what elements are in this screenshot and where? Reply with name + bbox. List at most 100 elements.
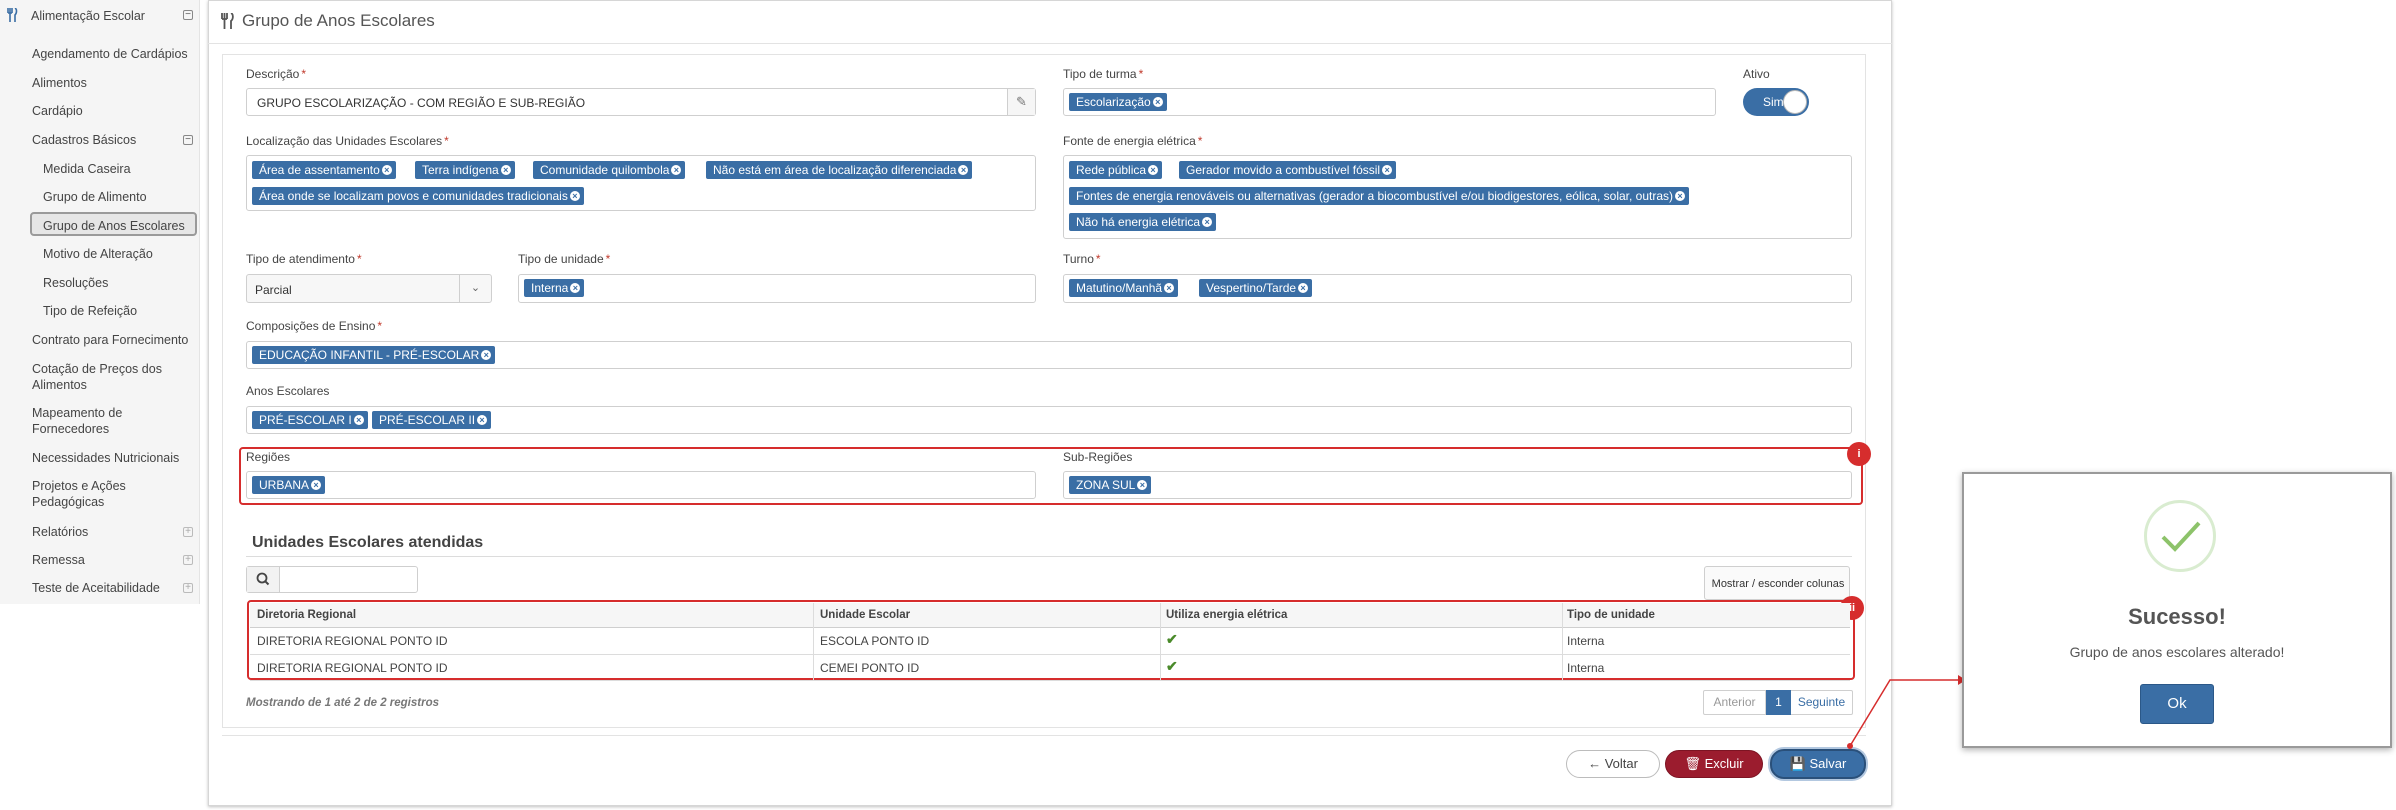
localizacao-label: Localização das Unidades Escolares * (246, 134, 449, 148)
remove-tag-icon[interactable]: × (958, 165, 969, 175)
table-divider (250, 680, 1850, 681)
excluir-button[interactable]: 🗑 Excluir (1665, 750, 1763, 778)
regioes-label: Regiões (246, 450, 291, 464)
ativo-toggle[interactable]: Sim (1743, 88, 1809, 116)
tag-zona-sul: ZONA SUL × (1069, 476, 1152, 494)
col-utiliza-energia[interactable]: Utiliza energia elétrica (1166, 609, 1287, 621)
turno-select[interactable]: Matutino/Manhã × Vespertino/Tarde × (1063, 274, 1852, 303)
tipo-atendimento-select[interactable]: Parcial ⌄ (246, 274, 492, 303)
table-col-divider (813, 603, 814, 680)
chevron-down-icon[interactable]: ⌄ (459, 275, 491, 302)
save-icon: 💾 (1789, 756, 1806, 771)
remove-tag-icon[interactable]: × (671, 165, 682, 175)
remove-tag-icon[interactable]: × (1202, 217, 1213, 227)
columns-toggle-button[interactable]: Mostrar / esconder colunas (1704, 566, 1850, 600)
expand-icon[interactable]: + (183, 555, 193, 565)
composicoes-select[interactable]: EDUCAÇÃO INFANTIL - PRÉ-ESCOLAR × (246, 341, 1852, 369)
dialog-title: Sucesso! (2128, 604, 2226, 629)
descricao-label: Descrição * (246, 67, 307, 81)
anos-escolares-label: Anos Escolares (246, 384, 330, 398)
table-search[interactable] (246, 566, 418, 593)
table-col-divider (1160, 603, 1161, 680)
table-divider (250, 627, 1850, 628)
tag-terra-indigena: Terra indígena × (415, 161, 515, 179)
fork-knife-icon (6, 7, 18, 26)
annotation-badge-i: i (1847, 442, 1871, 466)
collapse-icon[interactable]: − (183, 10, 193, 20)
tag-nao-ha-energia: Não há energia elétrica × (1069, 213, 1217, 231)
tag-rede-publica: Rede pública × (1069, 161, 1163, 179)
remove-tag-icon[interactable]: × (1164, 283, 1175, 293)
anos-escolares-select[interactable]: PRÉ-ESCOLAR I × PRÉ-ESCOLAR II × (246, 406, 1852, 434)
voltar-button[interactable]: ← Voltar (1566, 750, 1660, 778)
remove-tag-icon[interactable]: × (477, 415, 488, 425)
check-icon: ✔ (1166, 631, 1178, 647)
tipo-turma-select[interactable]: Escolarização × (1063, 88, 1716, 116)
ok-button[interactable]: Ok (2140, 684, 2214, 724)
turno-label: Turno * (1063, 252, 1101, 266)
remove-tag-icon[interactable]: × (1298, 283, 1309, 293)
unidades-title: Unidades Escolares atendidas (252, 534, 484, 551)
pagination-prev[interactable]: Anterior (1704, 691, 1766, 714)
section-divider (246, 556, 1852, 557)
remove-tag-icon[interactable]: × (1382, 165, 1393, 175)
expand-icon[interactable]: + (183, 527, 193, 537)
tag-nao-area-diferenciada: Não está em área de localização diferenc… (706, 161, 973, 179)
page-header: Grupo de Anos Escolares (208, 0, 1892, 44)
search-input[interactable] (281, 567, 417, 592)
tag-pre-escolar-ii: PRÉ-ESCOLAR II × (372, 411, 492, 429)
remove-tag-icon[interactable]: × (569, 191, 580, 201)
collapse-icon[interactable]: − (183, 135, 193, 145)
sub-regioes-select[interactable]: ZONA SUL × (1063, 471, 1852, 499)
success-check-icon (2144, 500, 2216, 572)
remove-tag-icon[interactable]: × (353, 415, 364, 425)
localizacao-select[interactable]: Área de assentamento × Terra indígena × Co… (246, 155, 1036, 211)
annotation-arrow (1847, 675, 1966, 749)
regioes-select[interactable]: URBANA × (246, 471, 1036, 499)
tag-urbana: URBANA × (252, 476, 326, 494)
tag-gerador-fossil: Gerador movido a combustível fóssil × (1179, 161, 1397, 179)
fork-knife-icon (220, 12, 234, 34)
tag-escolarizacao: Escolarização × (1069, 93, 1167, 111)
sidebar-item-projetos[interactable]: Projetos e Ações Pedagógicas (0, 478, 200, 512)
remove-tag-icon[interactable]: × (500, 165, 511, 175)
remove-tag-icon[interactable]: × (311, 480, 322, 490)
col-tipo-unidade[interactable]: Tipo de unidade (1567, 609, 1655, 621)
sidebar-item-cotacao[interactable]: Cotação de Preços dos Alimentos (0, 361, 200, 395)
tag-interna: Interna × (524, 279, 585, 297)
remove-tag-icon[interactable]: × (1148, 165, 1159, 175)
ativo-label: Ativo (1743, 67, 1770, 81)
tipo-unidade-select[interactable]: Interna × (518, 274, 1036, 303)
table-divider (250, 654, 1850, 655)
remove-tag-icon[interactable]: × (481, 350, 492, 360)
col-unidade-escolar[interactable]: Unidade Escolar (820, 609, 910, 621)
edit-icon[interactable]: ✎ (1007, 89, 1035, 115)
remove-tag-icon[interactable]: × (570, 283, 581, 293)
page-title: Grupo de Anos Escolares (242, 11, 435, 30)
remove-tag-icon[interactable]: × (1137, 480, 1148, 490)
pagination-page-1[interactable]: 1 (1766, 690, 1791, 715)
remove-tag-icon[interactable]: × (1152, 97, 1163, 107)
tipo-turma-label: Tipo de turma * (1063, 67, 1144, 81)
col-diretoria-regional[interactable]: Diretoria Regional (257, 609, 356, 621)
tag-matutino: Matutino/Manhã × (1069, 279, 1179, 297)
tag-povos-tradicionais: Área onde se localizam povos e comunidad… (252, 187, 584, 205)
expand-icon[interactable]: + (183, 583, 193, 593)
salvar-button[interactable]: 💾 Salvar (1770, 749, 1866, 779)
toggle-knob (1783, 90, 1807, 114)
sidebar-item-mapeamento[interactable]: Mapeamento de Fornecedores (0, 405, 200, 439)
dialog-message: Grupo de anos escolares alterado! (2069, 644, 2285, 660)
fonte-energia-select[interactable]: Rede pública × Gerador movido a combustív… (1063, 155, 1852, 239)
check-icon: ✔ (1166, 658, 1178, 674)
tag-area-assentamento: Área de assentamento × (252, 161, 396, 179)
sidebar: Alimentação Escolar − Agendamento de Car… (0, 0, 200, 604)
tag-comunidade-quilombola: Comunidade quilombola × (533, 161, 686, 179)
table-col-divider (1562, 603, 1563, 680)
table-info: Mostrando de 1 até 2 de 2 registros (246, 697, 440, 709)
tipo-atendimento-label: Tipo de atendimento * (246, 252, 362, 266)
composicoes-label: Composições de Ensino * (246, 319, 383, 333)
remove-tag-icon[interactable]: × (381, 165, 392, 175)
success-dialog: Sucesso! Grupo de anos escolares alterad… (1962, 472, 2392, 748)
descricao-input[interactable]: GRUPO ESCOLARIZAÇÃO - COM REGIÃO E SUB-R… (246, 88, 1036, 116)
remove-tag-icon[interactable]: × (1675, 191, 1686, 201)
